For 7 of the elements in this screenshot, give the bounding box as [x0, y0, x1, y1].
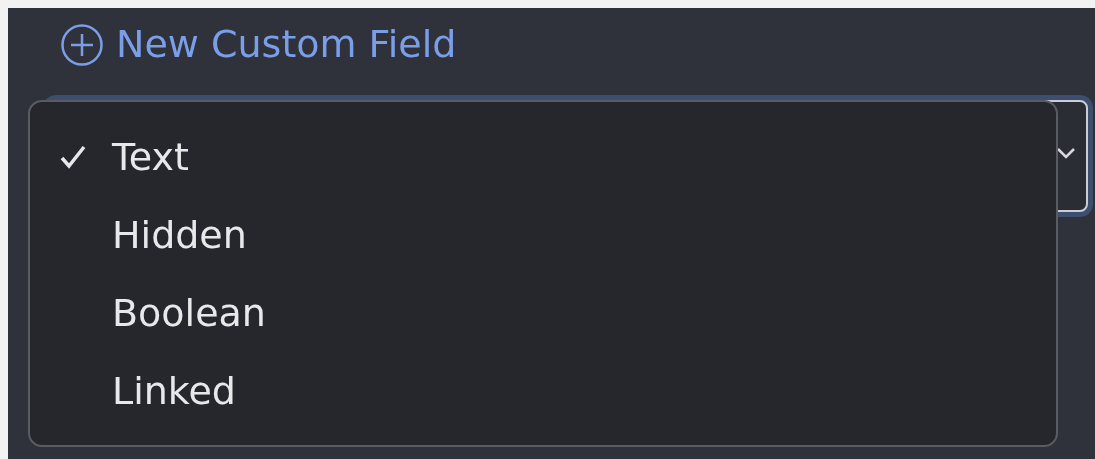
plus-circle-icon — [60, 22, 104, 67]
menu-option[interactable]: Linked — [60, 366, 1056, 416]
menu-option[interactable]: Text — [60, 132, 1056, 182]
menu-option[interactable]: Boolean — [60, 288, 1056, 338]
new-custom-field-link[interactable]: New Custom Field — [60, 22, 457, 68]
chevron-icon — [1056, 146, 1076, 160]
menu-option[interactable]: Hidden — [60, 210, 1056, 260]
